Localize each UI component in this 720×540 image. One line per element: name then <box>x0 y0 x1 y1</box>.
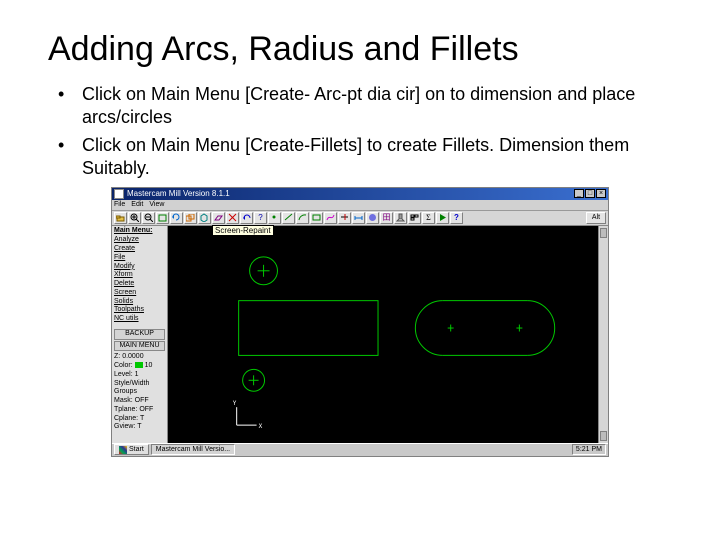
status-gview[interactable]: Gview: T <box>114 423 165 432</box>
close-button[interactable]: × <box>596 189 606 198</box>
start-button[interactable]: Start <box>114 444 149 455</box>
side-panel: Main Menu: Analyze Create File Modify Xf… <box>112 226 168 443</box>
toolbar: ? 田 Σ ? Alt <box>112 211 608 226</box>
bullet-item: Click on Main Menu [Create- Arc-pt dia c… <box>54 83 672 130</box>
tool-line-icon[interactable] <box>282 212 295 224</box>
minimize-button[interactable]: _ <box>574 189 584 198</box>
axis-y-label: Y <box>233 400 237 407</box>
menu-item-analyze[interactable]: Analyze <box>114 236 165 245</box>
menu-item-solids[interactable]: Solids <box>114 298 165 307</box>
cad-drawing: Y X <box>168 226 598 443</box>
system-tray-clock[interactable]: 5:21 PM <box>572 444 606 455</box>
tool-run-icon[interactable] <box>436 212 449 224</box>
status-level[interactable]: Level: 1 <box>114 371 165 380</box>
window-titlebar: Mastercam Mill Version 8.1.1 _ □ × <box>112 188 608 200</box>
tool-toolpath-icon[interactable] <box>394 212 407 224</box>
tool-trim-icon[interactable] <box>338 212 351 224</box>
slide-title: Adding Arcs, Radius and Fillets <box>48 30 672 69</box>
tool-arc-icon[interactable] <box>296 212 309 224</box>
tool-open-icon[interactable] <box>114 212 127 224</box>
tool-rect-icon[interactable] <box>310 212 323 224</box>
status-groups[interactable]: Groups <box>114 388 165 397</box>
menu-item-toolpaths[interactable]: Toolpaths <box>114 306 165 315</box>
menu-file[interactable]: File <box>114 201 125 208</box>
side-header: Main Menu: <box>114 227 165 236</box>
axis-x-label: X <box>259 423 263 430</box>
tool-delete-icon[interactable] <box>226 212 239 224</box>
menu-item-file[interactable]: File <box>114 254 165 263</box>
tool-shade-icon[interactable] <box>366 212 379 224</box>
tool-analyze-icon[interactable]: ? <box>254 212 267 224</box>
menu-view[interactable]: View <box>149 201 164 208</box>
bullet-list: Click on Main Menu [Create- Arc-pt dia c… <box>54 83 672 181</box>
menu-edit[interactable]: Edit <box>131 201 143 208</box>
status-style[interactable]: Style/Width <box>114 380 165 389</box>
menubar: File Edit View <box>112 200 608 211</box>
tool-undo-icon[interactable] <box>240 212 253 224</box>
taskbar-app-item[interactable]: Mastercam Mill Versio... <box>151 444 235 455</box>
tool-zoom-out-icon[interactable] <box>142 212 155 224</box>
tool-fit-icon[interactable] <box>156 212 169 224</box>
menu-item-modify[interactable]: Modify <box>114 263 165 272</box>
tool-dim-icon[interactable] <box>352 212 365 224</box>
vertical-scrollbar[interactable] <box>598 226 608 443</box>
tool-ops-icon[interactable] <box>408 212 421 224</box>
tool-help-icon[interactable]: ? <box>450 212 463 224</box>
bullet-item: Click on Main Menu [Create-Fillets] to c… <box>54 134 672 181</box>
tool-repaint-icon[interactable] <box>170 212 183 224</box>
tool-sigma-icon[interactable]: Σ <box>422 212 435 224</box>
windows-logo-icon <box>119 446 127 454</box>
tool-point-icon[interactable] <box>268 212 281 224</box>
menu-item-ncutils[interactable]: NC utils <box>114 315 165 324</box>
maximize-button[interactable]: □ <box>585 189 595 198</box>
tool-gview-icon[interactable] <box>198 212 211 224</box>
tool-spline-icon[interactable] <box>324 212 337 224</box>
app-icon <box>114 189 124 199</box>
status-color[interactable]: Color: 10 <box>114 362 165 371</box>
status-mask[interactable]: Mask: OFF <box>114 397 165 406</box>
backup-button[interactable]: BACKUP <box>114 329 165 340</box>
tool-zoom-in-icon[interactable] <box>128 212 141 224</box>
menu-item-xform[interactable]: Xform <box>114 271 165 280</box>
cad-canvas[interactable]: Y X <box>168 226 608 443</box>
tool-cplane-icon[interactable] <box>212 212 225 224</box>
taskbar: Start Mastercam Mill Versio... 5:21 PM <box>112 443 608 456</box>
menu-item-delete[interactable]: Delete <box>114 280 165 289</box>
app-screenshot: Mastercam Mill Version 8.1.1 _ □ × File … <box>111 187 609 457</box>
menu-item-create[interactable]: Create <box>114 245 165 254</box>
mainmenu-button[interactable]: MAIN MENU <box>114 341 165 352</box>
tool-alt-icon[interactable]: Alt <box>586 212 606 224</box>
toolbar-tooltip: Screen-Repaint <box>212 225 274 236</box>
window-title: Mastercam Mill Version 8.1.1 <box>127 189 230 198</box>
menu-item-screen[interactable]: Screen <box>114 289 165 298</box>
status-z[interactable]: Z: 0.0000 <box>114 353 165 362</box>
status-cplane[interactable]: Cplane: T <box>114 415 165 424</box>
tool-wire-icon[interactable]: 田 <box>380 212 393 224</box>
status-tplane[interactable]: Tplane: OFF <box>114 406 165 415</box>
tool-view-icon[interactable] <box>184 212 197 224</box>
